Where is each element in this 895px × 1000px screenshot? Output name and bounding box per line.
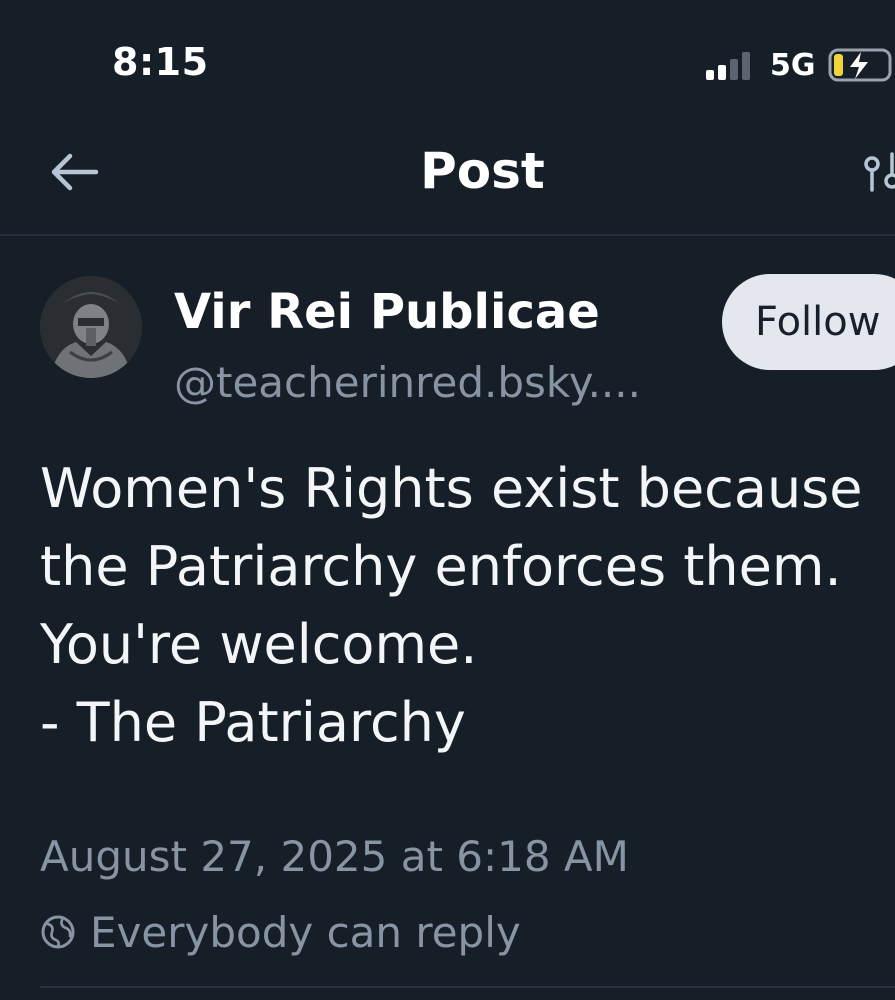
nav-bar: Post (0, 120, 895, 234)
post-text-line: Women's Rights exist because (40, 457, 863, 520)
post-text-line: You're welcome. (40, 613, 478, 676)
reply-setting[interactable]: Everybody can reply (40, 904, 521, 960)
spartan-helmet-avatar (40, 276, 142, 378)
avatar[interactable] (40, 276, 142, 378)
post-text-line: the Patriarchy enforces them. (40, 535, 842, 598)
reply-setting-label: Everybody can reply (90, 907, 521, 957)
cellular-signal-icon (706, 52, 754, 80)
page-title: Post (420, 142, 545, 200)
network-type: 5G (770, 48, 816, 83)
sliders-icon (864, 152, 895, 192)
status-bar: 8:15 5G (0, 0, 895, 120)
status-time: 8:15 (112, 40, 209, 84)
globe-icon (40, 914, 76, 950)
post-timestamp: August 27, 2025 at 6:18 AM (40, 832, 629, 881)
author-display-name[interactable]: Vir Rei Publicae (174, 284, 600, 340)
follow-button[interactable]: Follow (722, 274, 895, 370)
content-divider (40, 986, 895, 988)
post-text-line: - The Patriarchy (40, 691, 466, 754)
battery-charging-icon (828, 48, 895, 82)
author-handle[interactable]: @teacherinred.bsky.... (174, 358, 641, 407)
header-divider (0, 234, 895, 236)
post-text: Women's Rights exist because the Patriar… (40, 450, 890, 762)
post-settings-button[interactable] (862, 150, 895, 194)
